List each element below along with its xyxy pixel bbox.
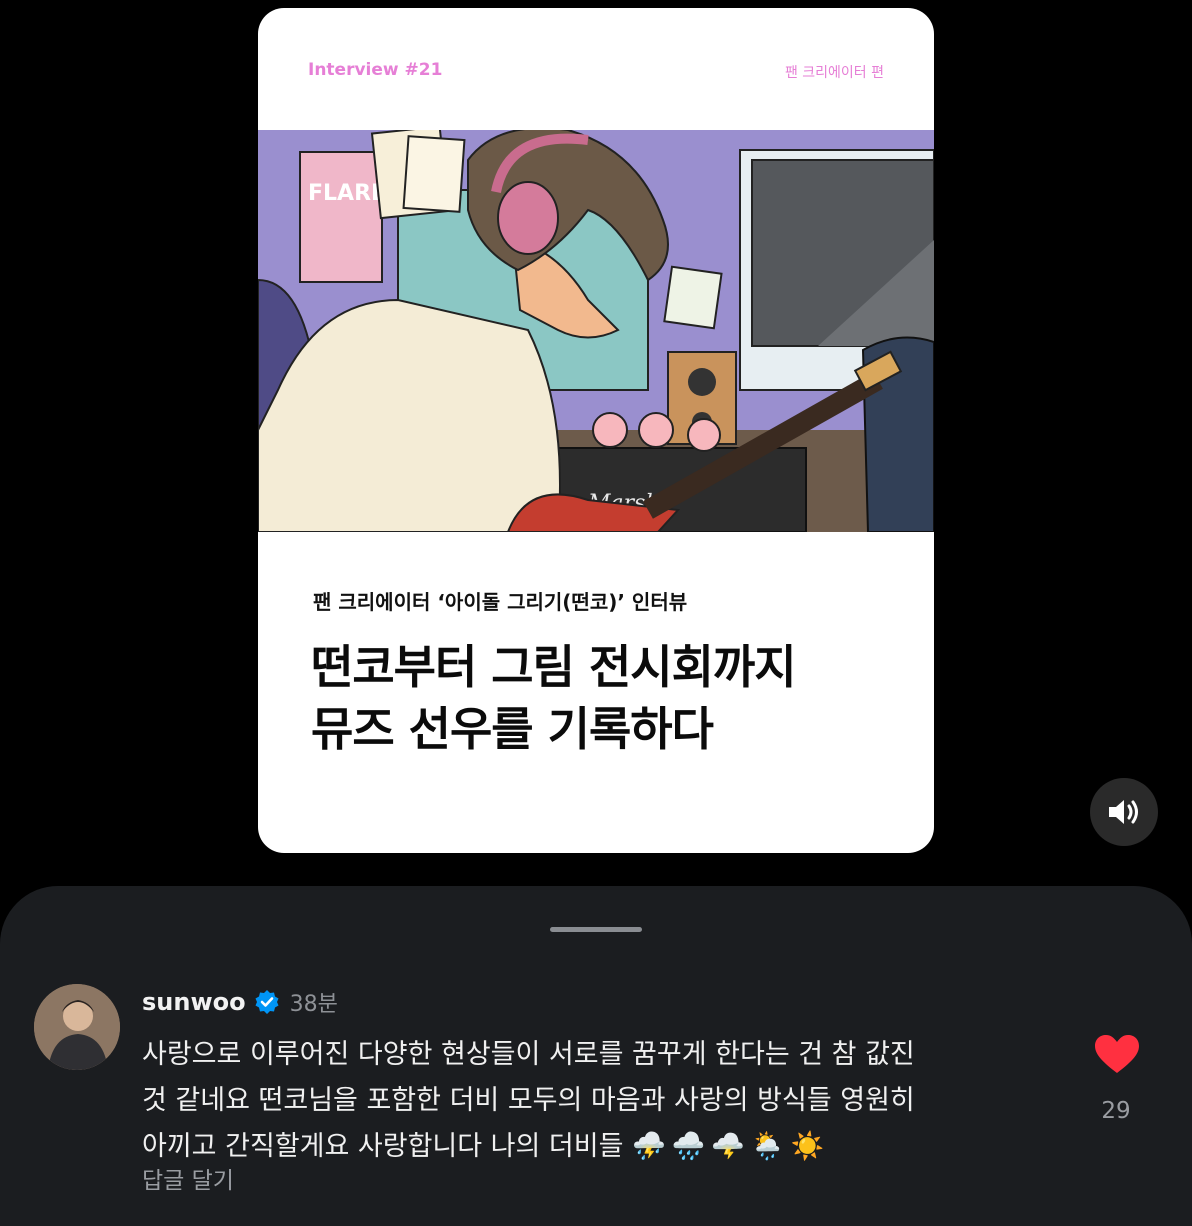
svg-text:FLARE: FLARE [308, 181, 386, 206]
headline-line-2: 뮤즈 선우를 기록하다 [311, 702, 714, 756]
card-headline: 떤코부터 그림 전시회까지 뮤즈 선우를 기록하다 [311, 636, 911, 760]
comment-time: 38분 [289, 992, 338, 1017]
illustration-image: FLARE Marsh [258, 130, 934, 532]
username[interactable]: sunwoo [142, 988, 246, 1016]
sun-emoji: ☀️ [790, 1131, 825, 1162]
rain-cloud-emoji: 🌧️ [671, 1131, 706, 1162]
reply-button[interactable]: 답글 달기 [142, 1161, 234, 1195]
sound-toggle-button[interactable] [1090, 778, 1158, 846]
card-header: Interview #21 팬 크리에이터 편 [258, 8, 934, 130]
comment-line-2: 것 같네요 떤코님을 포함한 더비 모두의 마음과 사랑의 방식들 영원히 [142, 1085, 915, 1116]
edition-label: 팬 크리에이터 편 [784, 65, 884, 81]
speaker-icon [1109, 800, 1138, 824]
lightning-cloud-emoji: 🌩️ [711, 1131, 745, 1162]
card-subtitle: 팬 크리에이터 ‘아이돌 그리기(떤코)’ 인터뷰 [313, 590, 688, 614]
avatar[interactable] [34, 984, 120, 1070]
comment-line-3: 아끼고 간직할게요 사랑합니다 나의 더비들 ⛈️ 🌧️ 🌩️ 🌦️ ☀️ [142, 1124, 1042, 1170]
interview-label: Interview #21 [308, 60, 443, 80]
sun-behind-rain-emoji: 🌦️ [750, 1131, 785, 1162]
interview-card[interactable]: Interview #21 팬 크리에이터 편 FLARE 팬 크리에이터 ‘아… [258, 8, 934, 853]
like-count: 29 [1101, 1098, 1131, 1124]
comment-line-3-text: 아끼고 간직할게요 사랑합니다 나의 더비들 [142, 1131, 624, 1162]
comment-header: sunwoo 38분 [142, 986, 338, 1018]
comment-text: 사랑으로 이루어진 다양한 현상들이 서로를 꿈꾸게 한다는 건 참 값진 것 … [142, 1032, 1042, 1170]
headline-line-1: 떤코부터 그림 전시회까지 [311, 640, 797, 694]
comment-line-1: 사랑으로 이루어진 다양한 현상들이 서로를 꿈꾸게 한다는 건 참 값진 [142, 1039, 915, 1070]
comments-sheet: sunwoo 38분 사랑으로 이루어진 다양한 현상들이 서로를 꿈꾸게 한다… [0, 886, 1192, 1226]
verified-badge-icon [255, 990, 279, 1014]
thunderstorm-emoji: ⛈️ [632, 1131, 666, 1162]
sheet-grabber[interactable] [550, 927, 642, 932]
heart-icon[interactable] [1094, 1034, 1140, 1074]
